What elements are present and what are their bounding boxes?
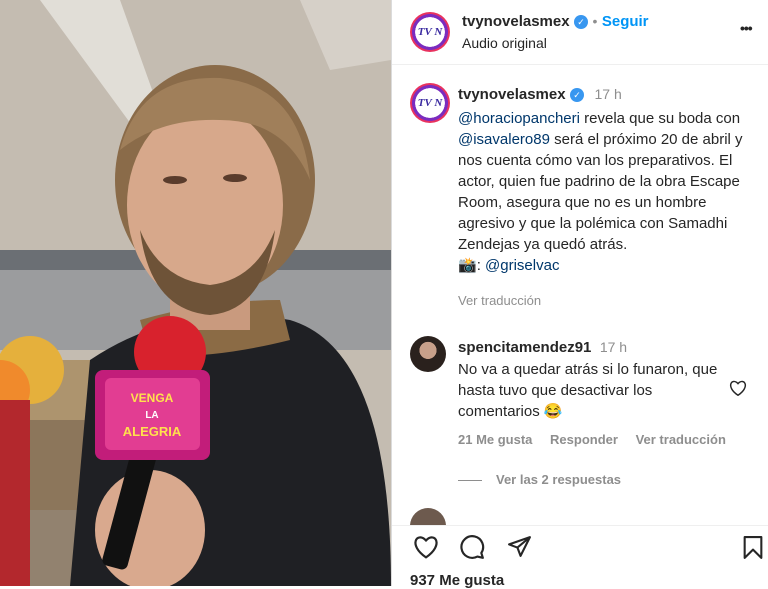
share-plane-icon[interactable] xyxy=(506,534,533,559)
comment-reply-button[interactable]: Responder xyxy=(550,432,618,447)
view-replies-button[interactable]: Ver las 2 respuestas xyxy=(496,472,621,487)
caption-time[interactable]: 17 h xyxy=(594,86,621,102)
credit-separator: : xyxy=(476,257,486,274)
comment-bubble-icon[interactable] xyxy=(458,534,486,560)
comment-like-heart-icon[interactable] xyxy=(729,380,747,396)
verified-badge-icon: ✓ xyxy=(574,14,589,29)
post-likes-count[interactable]: 937 Me gusta xyxy=(410,572,504,589)
camera-emoji-icon: 📸 xyxy=(458,257,477,274)
next-commenter-avatar[interactable] xyxy=(410,508,446,525)
replies-line xyxy=(458,480,482,482)
video-frame: VENGA LA ALEGRIA xyxy=(0,0,391,586)
like-heart-icon[interactable] xyxy=(412,535,440,559)
post-header: TV N tvynovelasmex ✓ • Seguir Audio orig… xyxy=(392,0,768,65)
separator-dot: • xyxy=(592,13,598,29)
commenter-avatar[interactable] xyxy=(410,336,446,372)
caption-mention-1[interactable]: @horaciopancheri xyxy=(458,110,580,127)
caption-author-avatar[interactable]: TV N xyxy=(410,83,450,123)
author-username[interactable]: tvynovelasmex xyxy=(462,13,570,30)
caption-avatar-logo-text: TV N xyxy=(417,97,443,109)
comment-time[interactable]: 17 h xyxy=(600,339,627,355)
post-actions-bar: 937 Me gusta xyxy=(392,525,768,589)
author-avatar[interactable]: TV N xyxy=(410,12,450,52)
more-options-icon[interactable]: ••• xyxy=(740,20,753,36)
comments-area[interactable]: TV N tvynovelasmex ✓ 17 h @horaciopanche… xyxy=(392,65,768,525)
mic-flag-text-3: ALEGRIA xyxy=(123,424,182,439)
caption-verified-badge-icon: ✓ xyxy=(570,87,585,102)
caption-text: @horaciopancheri revela que su boda con … xyxy=(458,108,758,276)
audio-label[interactable]: Audio original xyxy=(462,35,547,51)
caption-username[interactable]: tvynovelasmex xyxy=(458,86,566,103)
comment-translate-link[interactable]: Ver traducción xyxy=(636,432,726,447)
caption-mention-2[interactable]: @isavalero89 xyxy=(458,131,550,148)
mic-flag-text-2: LA xyxy=(145,410,158,421)
post-side-panel: TV N tvynovelasmex ✓ • Seguir Audio orig… xyxy=(391,0,768,589)
avatar-logo-text: TV N xyxy=(417,26,443,38)
mic-flag-text-1: VENGA xyxy=(131,391,174,405)
caption-text-part-1: revela que su boda con xyxy=(579,110,741,127)
caption-text-part-2: será el próximo 20 de abril y nos cuenta… xyxy=(458,131,743,253)
comment-text: No va a quedar atrás si lo funaron, que … xyxy=(458,361,718,420)
caption-credit-mention[interactable]: @griselvac xyxy=(485,257,559,274)
commenter-username[interactable]: spencitamendez91 xyxy=(458,339,591,356)
save-bookmark-icon[interactable] xyxy=(742,535,764,560)
comment-likes-count[interactable]: 21 Me gusta xyxy=(458,432,532,447)
post-video[interactable]: VENGA LA ALEGRIA xyxy=(0,0,391,586)
caption-translate-link[interactable]: Ver traducción xyxy=(458,293,541,308)
follow-button[interactable]: Seguir xyxy=(602,13,649,30)
